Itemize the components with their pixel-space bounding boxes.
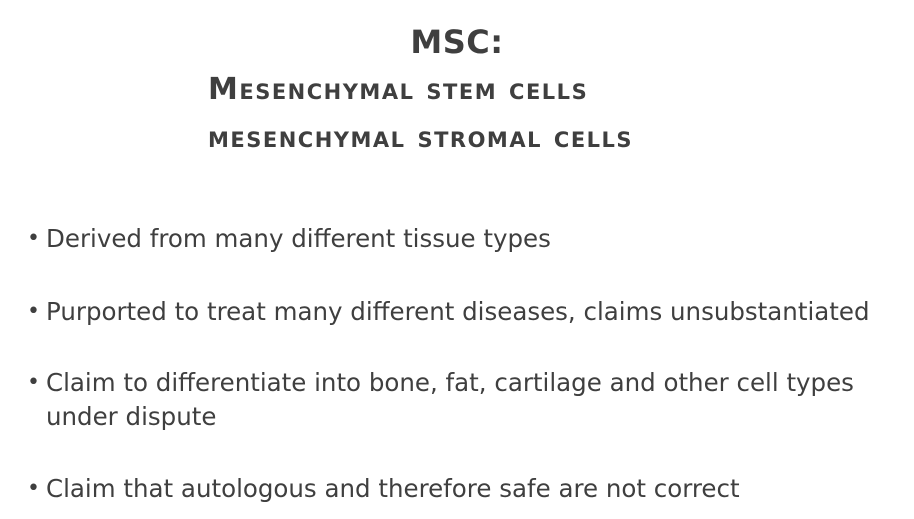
bullet-dot-icon: •	[27, 299, 40, 324]
bullet-dot-icon: •	[27, 476, 40, 501]
bullet-text-continuation: under dispute	[46, 402, 217, 431]
bullet-text: Claim to differentiate into bone, fat, c…	[46, 368, 854, 397]
bullet-text: Purported to treat many different diseas…	[46, 297, 870, 326]
bullet-text: Derived from many different tissue types	[46, 224, 551, 253]
slide: MSC: Mesenchymal stem cells mesenchymal …	[0, 0, 914, 519]
subtitle-line-2: mesenchymal stromal cells	[208, 120, 634, 155]
subtitle-line-1: Mesenchymal stem cells	[208, 72, 589, 107]
bullet-item: • Claim to differentiate into bone, fat,…	[26, 366, 854, 434]
bullet-dot-icon: •	[27, 226, 40, 251]
bullet-text: Claim that autologous and therefore safe…	[46, 474, 740, 503]
bullet-dot-icon: •	[27, 370, 40, 395]
slide-title: MSC:	[410, 23, 504, 61]
bullet-item: • Claim that autologous and therefore sa…	[26, 472, 740, 506]
bullet-item: • Purported to treat many different dise…	[26, 295, 870, 329]
bullet-item: • Derived from many different tissue typ…	[26, 222, 551, 256]
